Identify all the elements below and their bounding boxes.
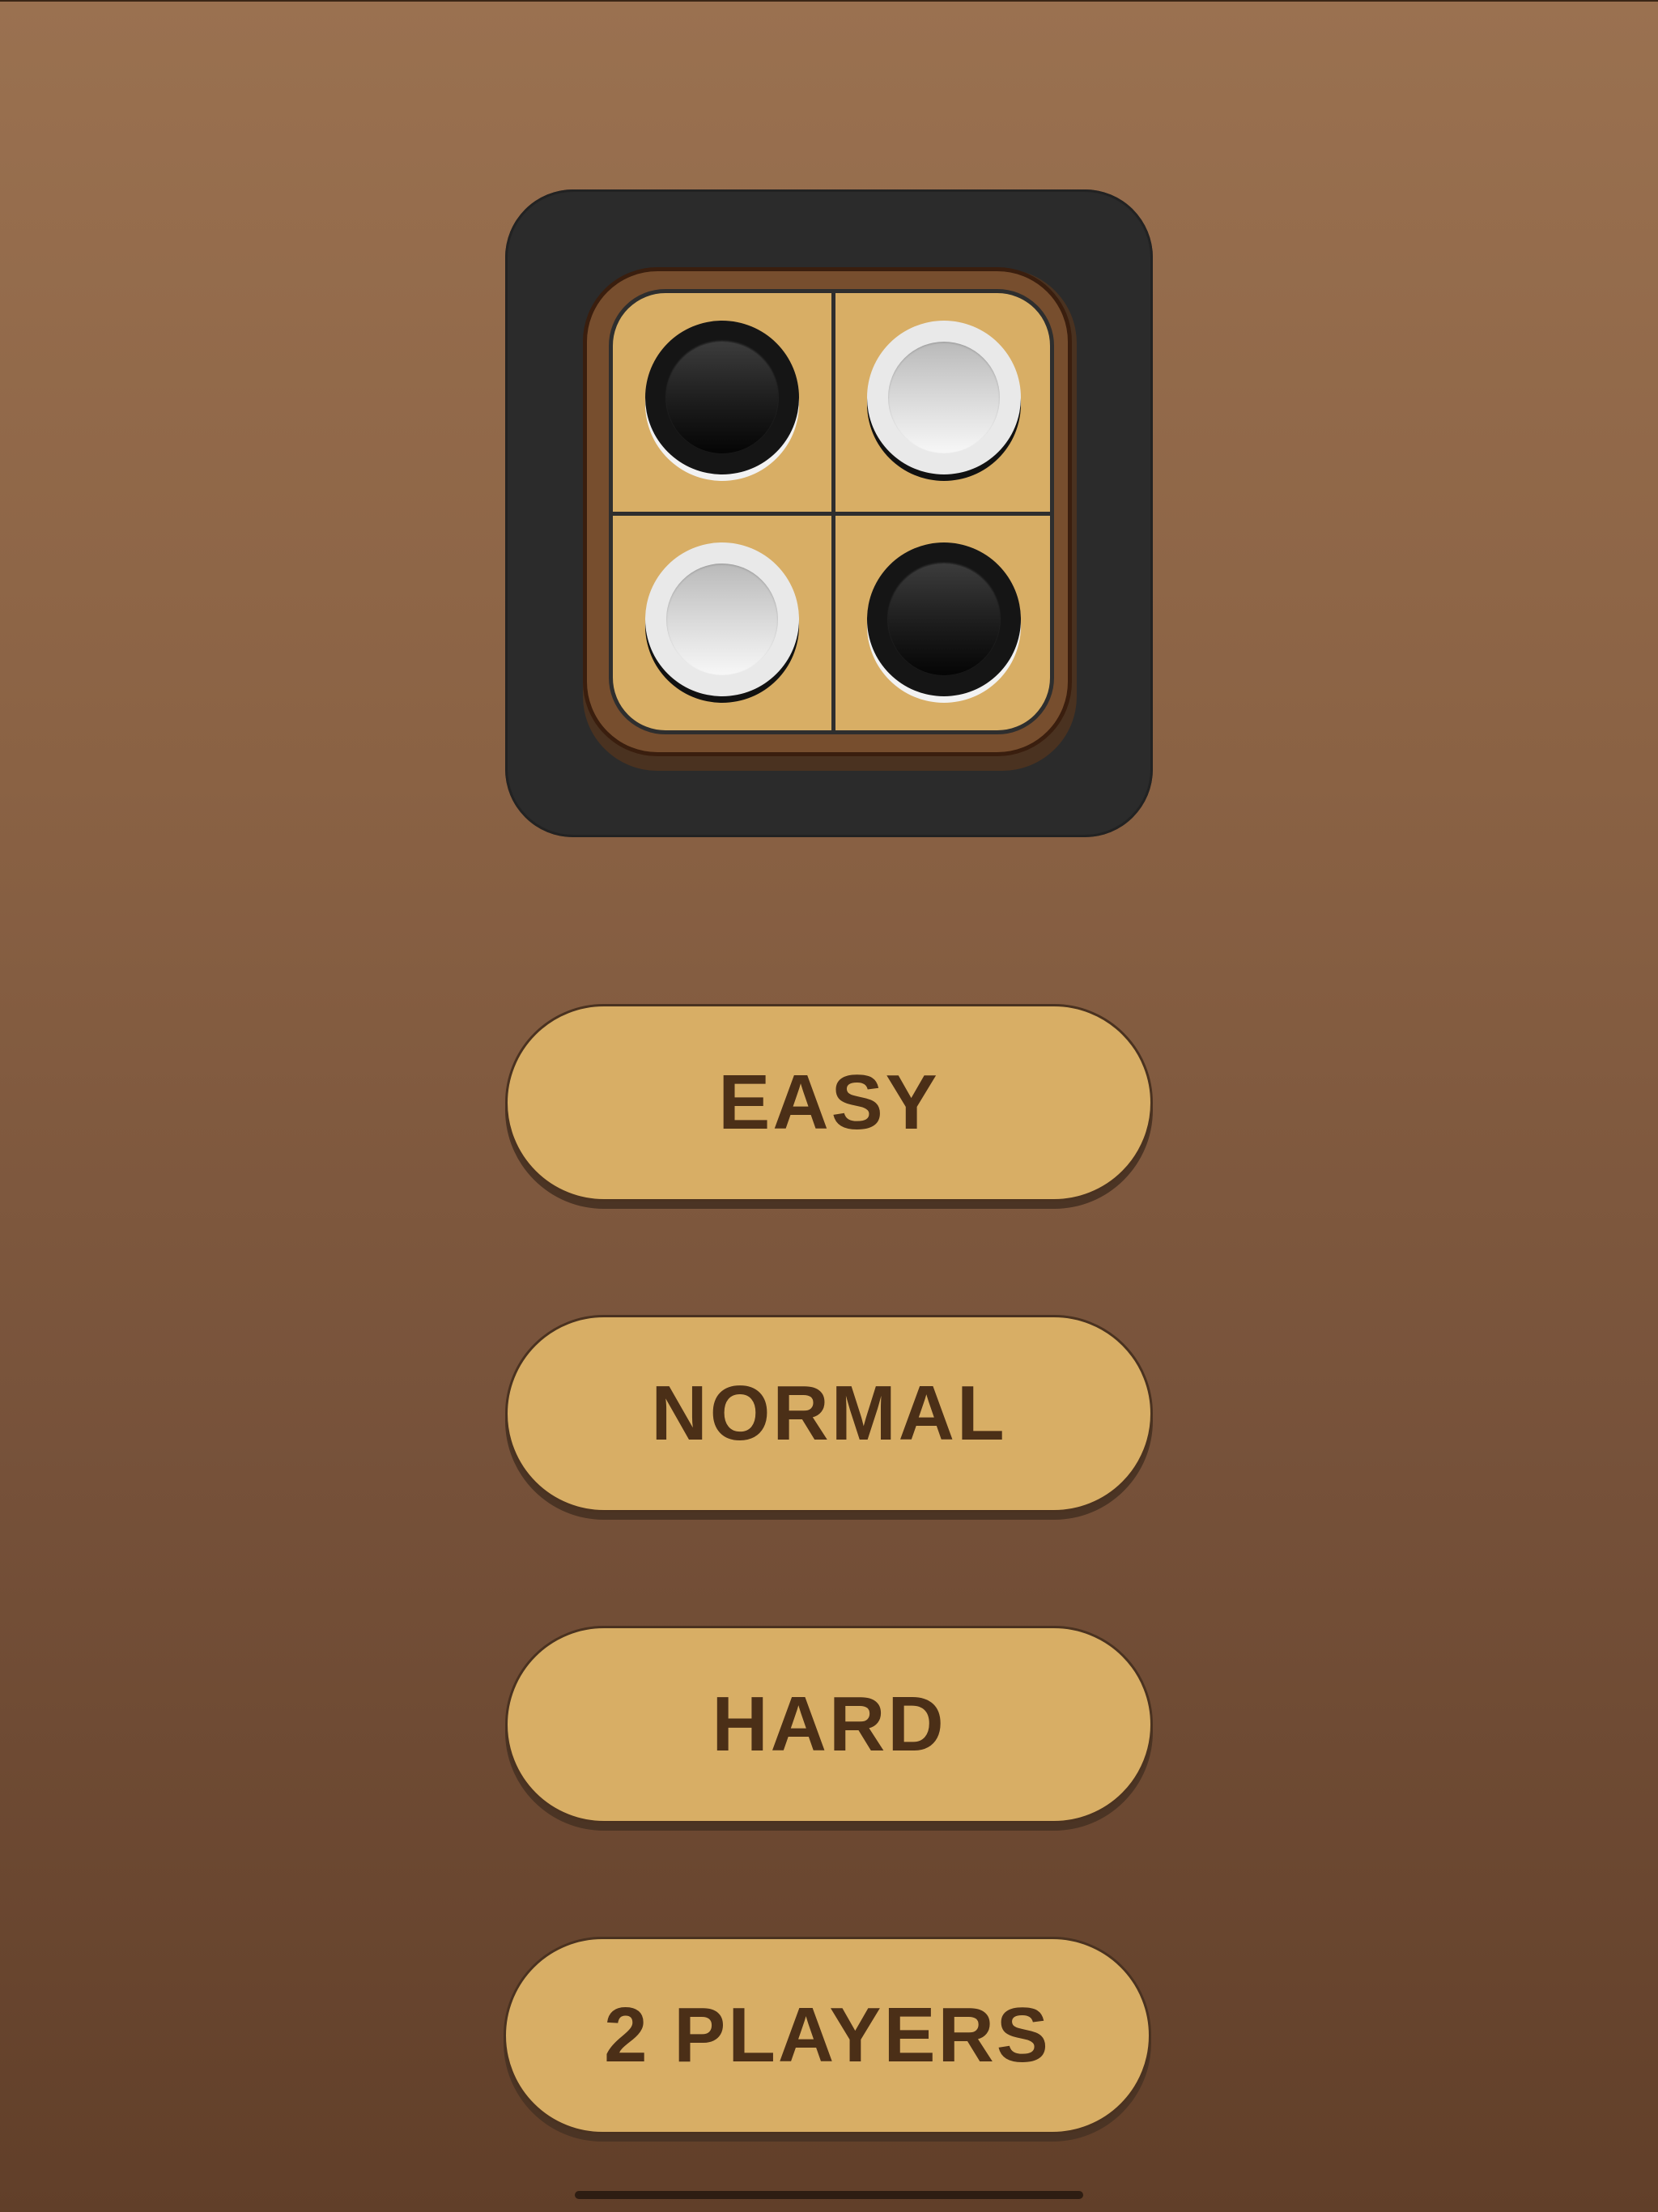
- two-players-button[interactable]: 2 PLAYERS: [504, 1937, 1151, 2134]
- top-divider: [0, 0, 1658, 2]
- black-disc-icon: [645, 321, 799, 481]
- hard-button[interactable]: HARD: [505, 1626, 1153, 1823]
- normal-button[interactable]: NORMAL: [505, 1315, 1153, 1512]
- white-disc-icon: [645, 542, 799, 703]
- board-grid-line-horizontal: [613, 512, 1050, 516]
- game-board: [609, 289, 1054, 734]
- reversi-board-icon: [505, 189, 1153, 837]
- white-disc-icon: [867, 321, 1021, 481]
- home-indicator[interactable]: [575, 2191, 1083, 2199]
- black-disc-icon: [867, 542, 1021, 703]
- easy-button[interactable]: EASY: [505, 1004, 1153, 1202]
- board-frame: [583, 267, 1072, 756]
